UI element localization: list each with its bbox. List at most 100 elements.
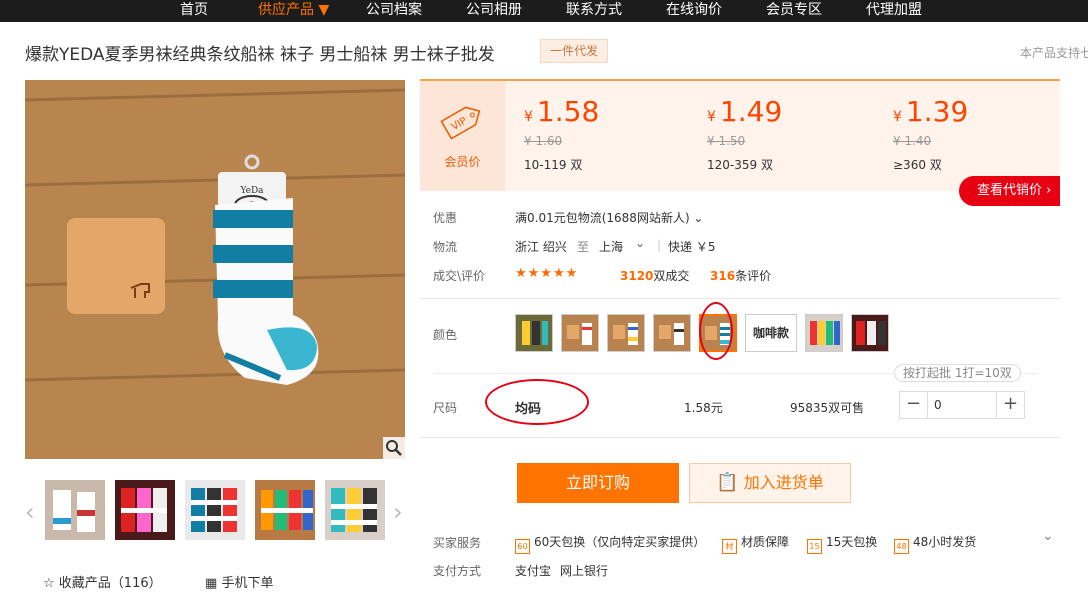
top-nav: 首页 供应产品 ▼ 公司档案 公司相册 联系方式 在线询价 会员专区 代理加盟 xyxy=(0,0,1088,22)
review-count-number: 316 xyxy=(710,269,736,283)
nav-agency[interactable]: 代理加盟 xyxy=(866,0,922,22)
star-outline-icon: ☆ xyxy=(43,576,55,591)
thumbnail[interactable] xyxy=(115,480,175,540)
nav-products[interactable]: 供应产品 ▼ xyxy=(258,0,329,22)
divider xyxy=(420,298,1060,299)
deal-count[interactable]: 3120双成交 xyxy=(620,267,689,284)
color-swatch[interactable] xyxy=(805,314,843,352)
nav-company-profile[interactable]: 公司档案 xyxy=(366,0,422,22)
color-option-coffee[interactable]: 咖啡款 xyxy=(745,314,797,352)
logistics-destination[interactable]: 上海 xyxy=(599,238,623,255)
nav-member-zone[interactable]: 会员专区 xyxy=(766,0,822,22)
price-box: VIP 会员价 ¥1.58 ¥ 1.60 10-119 双 ¥1.49 ¥ 1.… xyxy=(420,79,1060,191)
tier-quantity-range: 120-359 双 xyxy=(707,158,773,172)
tier-quantity-range: 10-119 双 xyxy=(524,158,583,172)
color-swatch[interactable] xyxy=(607,314,645,352)
logistics-separator: | xyxy=(657,238,662,252)
payment-method: 网上银行 xyxy=(560,564,609,578)
nav-contact[interactable]: 联系方式 xyxy=(566,0,622,22)
wholesale-hint: 按打起批 1打=10双 xyxy=(894,364,1021,382)
svg-text:YeDa: YeDa xyxy=(239,186,264,196)
thumb-prev-icon[interactable]: ‹ xyxy=(25,498,35,526)
increase-button[interactable]: + xyxy=(996,392,1024,418)
deal-count-number: 3120 xyxy=(620,269,654,283)
logistics-to: 至 xyxy=(577,240,590,254)
divider xyxy=(420,437,1060,438)
tier-original-price: ¥ 1.40 xyxy=(893,134,932,148)
magnifier-icon xyxy=(386,440,402,456)
thumb-next-icon[interactable]: › xyxy=(393,498,403,526)
dropship-tag: 一件代发 xyxy=(540,39,609,63)
order-now-button[interactable]: 立即订购 xyxy=(517,463,679,503)
size-label: 尺码 xyxy=(433,401,458,415)
add-to-cart-button[interactable]: 📋 加入进货单 xyxy=(689,463,851,503)
tier-price: 1.39 xyxy=(905,95,969,128)
price-tier-2: ¥1.49 ¥ 1.50 120-359 双 xyxy=(707,95,877,173)
color-swatch[interactable] xyxy=(561,314,599,352)
promo-value[interactable]: 满0.01元包物流(1688网站新人) ⌄ xyxy=(515,209,704,226)
service-item: 15 15天包换 xyxy=(807,533,877,554)
promo-label: 优惠 xyxy=(433,211,458,225)
service-item: 60 60天包换（仅向特定买家提供） xyxy=(515,533,705,554)
rating-stars-icon: ★★★★★ xyxy=(515,266,579,281)
main-product-image[interactable]: YeDa xyxy=(25,80,405,459)
deal-count-unit: 双成交 xyxy=(653,269,690,283)
nav-home[interactable]: 首页 xyxy=(180,0,208,22)
expand-services-icon[interactable]: ⌄ xyxy=(1042,528,1054,544)
thumbnail[interactable] xyxy=(185,480,245,540)
service-item: 48 48小时发货 xyxy=(894,533,976,554)
price-tier-1: ¥1.58 ¥ 1.60 10-119 双 xyxy=(524,95,694,173)
price-tier-3: ¥1.39 ¥ 1.40 ≥360 双 xyxy=(893,95,1063,173)
material-icon: 材 xyxy=(722,539,737,554)
qr-code-icon: ▦ xyxy=(205,576,218,591)
exchange-15-icon: 15 xyxy=(807,539,822,554)
color-swatch[interactable] xyxy=(851,314,889,352)
price-currency: ¥ xyxy=(524,109,533,125)
tier-price: 1.58 xyxy=(536,95,600,128)
favorite-product[interactable]: ☆ 收藏产品（116） xyxy=(43,572,162,591)
service-item: 材材质保障 xyxy=(722,533,789,554)
review-count[interactable]: 316条评价 xyxy=(710,267,771,284)
exchange-60-icon: 60 xyxy=(515,539,530,554)
service-text: 60天包换（仅向特定买家提供） xyxy=(534,535,706,549)
annotation-circle xyxy=(485,379,589,425)
service-text: 材质保障 xyxy=(741,535,790,549)
quantity-input[interactable]: 0 xyxy=(934,392,942,418)
thumbnail-strip: ‹ › xyxy=(25,480,405,542)
thumbnail[interactable] xyxy=(255,480,315,540)
thumbnail[interactable] xyxy=(45,480,105,540)
tier-original-price: ¥ 1.60 xyxy=(524,134,563,148)
stock-available: 95835双可售 xyxy=(790,401,865,415)
mobile-order-label: 手机下单 xyxy=(221,576,274,591)
vip-tag-icon: VIP xyxy=(440,106,481,140)
nav-inquiry[interactable]: 在线询价 xyxy=(666,0,722,22)
payment-method: 支付宝 xyxy=(515,564,552,578)
color-swatch[interactable] xyxy=(653,314,691,352)
color-swatch[interactable] xyxy=(515,314,553,352)
socks-photo: YeDa xyxy=(25,80,405,459)
size-price: 1.58元 xyxy=(684,401,723,415)
logistics-express: 快递 ￥5 xyxy=(668,240,716,254)
support-text: 本产品支持七 xyxy=(1020,46,1088,60)
annotation-circle xyxy=(699,302,733,360)
tier-original-price: ¥ 1.50 xyxy=(707,134,746,148)
zoom-button[interactable] xyxy=(383,437,405,459)
product-title: 爆款YEDA夏季男袜经典条纹船袜 袜子 男士船袜 男士袜子批发 xyxy=(25,45,495,65)
destination-dropdown-icon[interactable]: ⌄ xyxy=(635,236,645,250)
service-text: 15天包换 xyxy=(826,535,878,549)
thumbnail[interactable] xyxy=(325,480,385,540)
nav-company-album[interactable]: 公司相册 xyxy=(466,0,522,22)
clipboard-icon: 📋 xyxy=(716,472,739,493)
decrease-button[interactable]: − xyxy=(900,392,928,418)
mobile-order[interactable]: ▦ 手机下单 xyxy=(205,572,273,591)
quantity-stepper: − 0 + xyxy=(899,391,1025,419)
payment-label: 支付方式 xyxy=(433,564,482,578)
review-count-unit: 条评价 xyxy=(735,269,772,283)
view-dealer-price-button[interactable]: 查看代销价 › xyxy=(959,176,1060,206)
add-to-cart-label: 加入进货单 xyxy=(743,473,824,492)
service-label: 买家服务 xyxy=(433,536,482,550)
vip-column: VIP 会员价 xyxy=(420,81,505,191)
deals-label: 成交\评价 xyxy=(433,269,486,283)
shipping-48-icon: 48 xyxy=(894,539,909,554)
price-currency: ¥ xyxy=(893,109,902,125)
